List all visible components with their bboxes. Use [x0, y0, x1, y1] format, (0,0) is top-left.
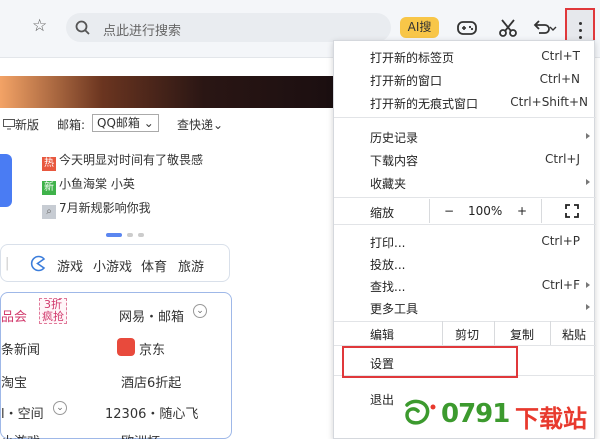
category-sports[interactable]: 体育	[141, 256, 167, 275]
site-link[interactable]: 小游戏	[1, 431, 40, 439]
submenu-arrow-icon	[586, 179, 590, 185]
search-input[interactable]: 点此进行搜索	[66, 13, 391, 42]
search-placeholder: 点此进行搜索	[103, 24, 182, 39]
undo-dropdown-icon[interactable]	[548, 16, 558, 40]
menu-item-new-window[interactable]: 打开新的窗口 Ctrl+N	[334, 68, 596, 90]
site-link[interactable]: 酒店6折起	[121, 372, 181, 391]
hot-tag: 热	[42, 157, 56, 171]
zoom-out-button[interactable]: −	[444, 204, 454, 218]
menu-item-bookmarks[interactable]: 收藏夹	[334, 171, 596, 193]
bookmark-star-icon[interactable]: ☆	[32, 17, 50, 35]
watermark-swirl-icon	[405, 399, 436, 425]
scissors-icon[interactable]	[496, 16, 520, 40]
site-link[interactable]: l・空间	[1, 403, 44, 422]
banner-image	[0, 76, 340, 108]
new-version-link[interactable]: 新版	[3, 116, 39, 133]
site-link[interactable]: 条新闻	[1, 339, 40, 358]
mail-label: 邮箱:	[57, 118, 86, 132]
menu-divider	[334, 197, 596, 198]
hot-item[interactable]: 热今天明显对时间有了敬畏感	[42, 151, 203, 171]
site-link[interactable]: 品会	[1, 306, 27, 325]
category-mini-game[interactable]: 小游戏	[93, 256, 132, 275]
watermark-number: 0791	[441, 399, 510, 429]
hot-item[interactable]: ⌕ 7月新规影响你我	[42, 199, 151, 219]
site-grid: 品会 3折疯抢 网易・邮箱 ⌄ 条新闻 京东 淘宝 酒店6折起 l・空间 ⌄ 1…	[0, 292, 232, 439]
search-icon: ⌕	[42, 205, 56, 219]
site-link[interactable]: 12306・随心飞	[105, 403, 198, 422]
carousel-dots[interactable]	[106, 226, 149, 240]
edit-label: 编辑	[370, 328, 395, 342]
news-tab-indicator[interactable]	[0, 154, 12, 207]
menu-item-incognito[interactable]: 打开新的无痕式窗口 Ctrl+Shift+N	[334, 91, 596, 113]
pacman-icon	[30, 255, 46, 272]
menu-dots-icon	[579, 22, 582, 25]
new-tag: 新	[42, 181, 56, 195]
chevron-down-icon[interactable]: ⌄	[193, 304, 207, 318]
watermark-text: 下载站	[515, 405, 587, 433]
menu-item-new-tab[interactable]: 打开新的标签页 Ctrl+T	[334, 45, 596, 67]
menu-divider	[334, 224, 596, 225]
menu-edit-row: 编辑 剪切 复制 粘贴	[334, 321, 596, 345]
menu-item-downloads[interactable]: 下载内容 Ctrl+J	[334, 148, 596, 170]
site-link[interactable]: 淘宝	[1, 372, 27, 391]
mail-select[interactable]: QQ邮箱 ⌄	[92, 114, 159, 132]
site-link[interactable]: 欧洲杯	[121, 431, 160, 439]
chevron-down-icon: ⌄	[213, 118, 224, 132]
settings-highlight-box	[342, 346, 518, 378]
fullscreen-icon[interactable]	[565, 204, 579, 218]
menu-item-find[interactable]: 查找... Ctrl+F	[334, 274, 596, 296]
category-bar: | 游戏 小游戏 体育 旅游	[0, 244, 230, 282]
category-travel[interactable]: 旅游	[178, 256, 204, 275]
paste-button[interactable]: 粘贴	[562, 326, 586, 343]
zoom-in-button[interactable]: +	[517, 204, 527, 218]
chevron-down-icon[interactable]: ⌄	[53, 401, 67, 415]
menu-divider	[334, 117, 596, 118]
gamepad-icon[interactable]	[455, 16, 479, 40]
copy-button[interactable]: 复制	[510, 326, 534, 343]
cut-button[interactable]: 剪切	[455, 326, 479, 343]
chevron-down-icon: ⌄	[143, 116, 154, 130]
zoom-level: 100%	[468, 204, 503, 218]
watermark-logo: 0791 下载站	[401, 397, 591, 433]
browser-menu: 打开新的标签页 Ctrl+T 打开新的窗口 Ctrl+N 打开新的无痕式窗口 Ctrl…	[333, 40, 596, 439]
menu-item-print[interactable]: 打印... Ctrl+P	[334, 230, 596, 252]
promo-badge[interactable]: 3折疯抢	[39, 298, 67, 324]
menu-item-cast[interactable]: 投放...	[334, 252, 596, 274]
monitor-icon	[3, 119, 15, 130]
hot-item[interactable]: 新小鱼海棠 小英	[42, 175, 135, 195]
site-link[interactable]: 网易・邮箱	[119, 306, 184, 325]
menu-item-more-tools[interactable]: 更多工具	[334, 296, 596, 318]
category-game[interactable]: 游戏	[57, 256, 83, 275]
submenu-arrow-icon	[586, 304, 590, 310]
submenu-arrow-icon	[586, 282, 590, 288]
search-icon	[75, 20, 90, 35]
submenu-arrow-icon	[586, 133, 590, 139]
express-link[interactable]: 查快递⌄	[177, 116, 223, 133]
jd-logo-icon	[117, 338, 135, 356]
zoom-label: 缩放	[370, 206, 395, 220]
menu-zoom-row: 缩放 − 100% +	[334, 199, 596, 223]
menu-item-history[interactable]: 历史记录	[334, 125, 596, 147]
ai-search-button[interactable]: AI搜	[400, 17, 439, 38]
site-link[interactable]: 京东	[139, 339, 165, 358]
